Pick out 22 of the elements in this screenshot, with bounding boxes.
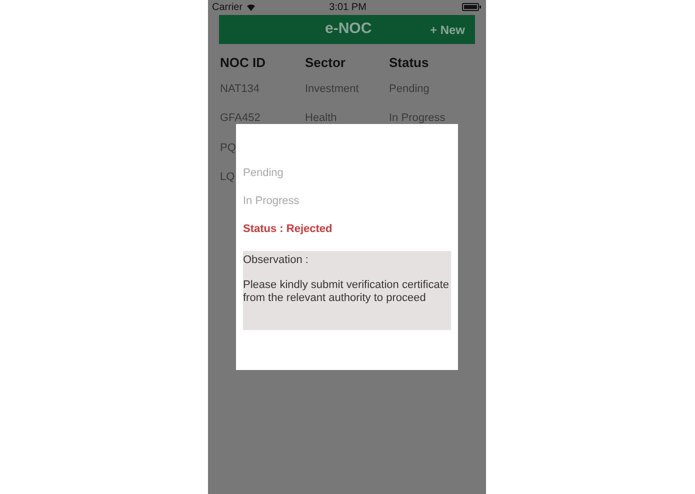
table-cell-text: Investment bbox=[305, 82, 359, 96]
status-step: Status : Rejected bbox=[243, 221, 451, 249]
battery-icon bbox=[462, 3, 482, 11]
table-cell-text: LQ bbox=[220, 170, 235, 185]
observation-label: Observation : bbox=[243, 253, 310, 268]
column-header: Status bbox=[389, 54, 430, 72]
new-button[interactable]: + New bbox=[430, 20, 465, 38]
table-cell-text: NAT134 bbox=[220, 82, 260, 96]
column-header: NOC ID bbox=[220, 54, 266, 72]
carrier-label: Carrier bbox=[212, 0, 243, 14]
table-cell-text: Pending bbox=[389, 82, 430, 96]
app-title: e-NOC bbox=[325, 19, 372, 40]
observation-text: Please kindly submit verification certificate from the relevant authority to proceed bbox=[243, 278, 450, 304]
status-step: Pending bbox=[243, 165, 451, 193]
clock-label: 3:01 PM bbox=[329, 0, 366, 14]
table-cell-text: In Progress bbox=[389, 111, 446, 126]
table-cell-text: GFA452 bbox=[220, 111, 260, 126]
column-header: Sector bbox=[305, 54, 346, 72]
table-cell-text: Health bbox=[305, 111, 337, 126]
wifi-icon bbox=[246, 3, 256, 11]
table-cell-text: PQ bbox=[220, 140, 236, 156]
status-step: In Progress bbox=[243, 193, 451, 221]
